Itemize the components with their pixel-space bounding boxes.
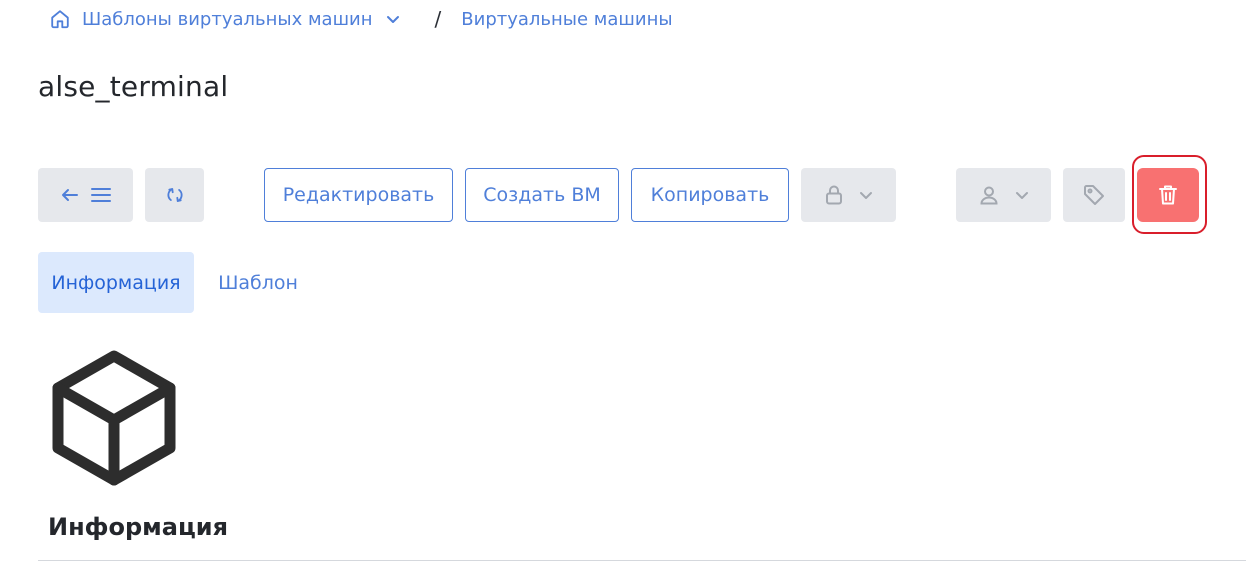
chevron-down-icon <box>858 187 874 203</box>
refresh-button[interactable] <box>145 168 204 222</box>
back-menu-button[interactable] <box>38 168 133 222</box>
menu-icon <box>90 185 112 205</box>
chevron-down-icon <box>1014 187 1030 203</box>
edit-button[interactable]: Редактировать <box>264 168 453 222</box>
user-icon <box>978 184 1000 206</box>
tag-button[interactable] <box>1063 168 1125 222</box>
tag-icon <box>1082 183 1106 207</box>
lock-icon <box>824 184 844 206</box>
home-icon[interactable] <box>48 7 72 31</box>
chevron-down-icon[interactable] <box>383 9 403 29</box>
page-title: alse_terminal <box>38 70 229 103</box>
refresh-icon <box>164 184 186 206</box>
breadcrumb-separator: / <box>434 7 442 31</box>
copy-button[interactable]: Копировать <box>631 168 789 222</box>
owner-dropdown-button[interactable] <box>956 168 1051 222</box>
page: Шаблоны виртуальных машин / Виртуальные … <box>0 0 1246 566</box>
arrow-left-icon <box>60 185 80 205</box>
breadcrumb: Шаблоны виртуальных машин / Виртуальные … <box>48 6 673 32</box>
section-divider <box>38 560 1246 561</box>
section-title: Информация <box>48 513 228 541</box>
create-vm-button[interactable]: Создать ВМ <box>465 168 619 222</box>
cube-icon <box>50 350 178 486</box>
lock-dropdown-button[interactable] <box>801 168 896 222</box>
tab-information[interactable]: Информация <box>38 252 194 313</box>
tab-template[interactable]: Шаблон <box>210 252 306 313</box>
delete-button[interactable] <box>1137 168 1199 222</box>
trash-icon <box>1157 183 1179 207</box>
breadcrumb-parent-link[interactable]: Шаблоны виртуальных машин <box>82 9 373 30</box>
breadcrumb-current-link[interactable]: Виртуальные машины <box>461 9 672 30</box>
